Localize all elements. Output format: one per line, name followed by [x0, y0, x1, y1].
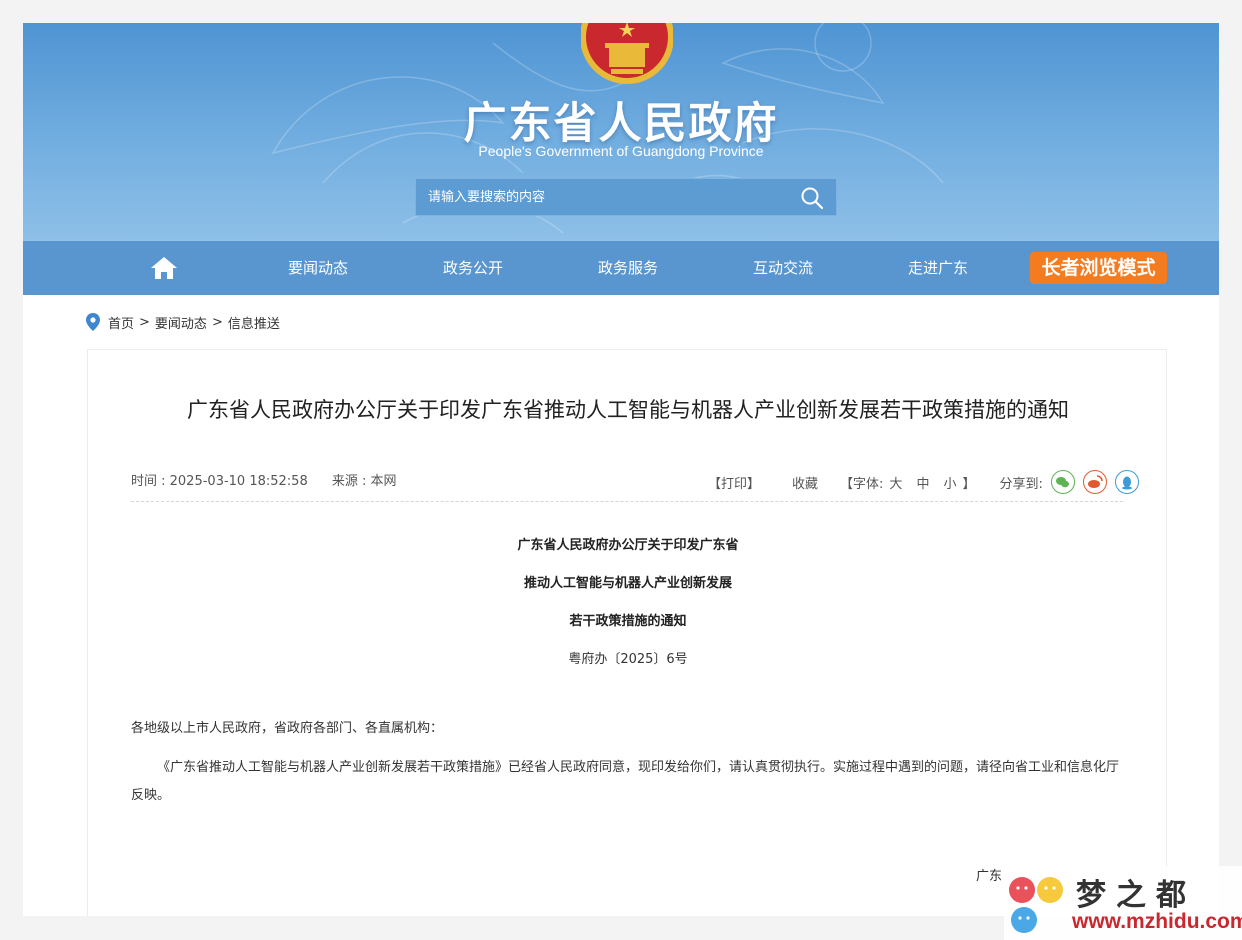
meta-divider [131, 501, 1123, 502]
site-subtitle: People's Government of Guangdong Provinc… [478, 143, 764, 159]
favorite-link[interactable]: 收藏 [792, 473, 818, 492]
nav-item-gov-affairs[interactable]: 政务公开 [418, 241, 528, 295]
nav-item-news[interactable]: 要闻动态 [263, 241, 373, 295]
watermark-text: 梦之都 [1076, 878, 1196, 913]
doc-heading-line-1: 广东省人民政府办公厅关于印发广东省 [517, 538, 739, 553]
document-number: 粤府办〔2025〕6号 [568, 652, 688, 667]
doc-heading-line-2: 推动人工智能与机器人产业创新发展 [523, 576, 732, 591]
nav-item-about[interactable]: 走进广东 [883, 241, 993, 295]
breadcrumb: 首页 > 要闻动态 > 信息推送 [86, 313, 280, 332]
watermark-logo: 梦之都 www.mzhidu.com [1004, 866, 1242, 940]
publish-time: 时间 : 2025-03-10 18:52:58 [131, 474, 308, 489]
breadcrumb-separator: > [211, 314, 223, 330]
article-meta: 时间 : 2025-03-10 18:52:58 来源 : 本网 [131, 470, 417, 489]
watermark-faces-icon [1009, 877, 1063, 933]
wechat-icon[interactable] [1050, 470, 1075, 494]
main-nav: 要闻动态 政务公开 政务服务 互动交流 走进广东 长者浏览模式 [23, 241, 1219, 295]
nav-item-services[interactable]: 政务服务 [573, 241, 683, 295]
article-title: 广东省人民政府办公厅关于印发广东省推动人工智能与机器人产业创新发展若干政策措施的… [187, 398, 1069, 422]
breadcrumb-home[interactable]: 首页 [108, 313, 134, 332]
font-size-label: 【字体: [840, 476, 884, 492]
font-large-link[interactable]: 大 [889, 473, 902, 492]
national-emblem [581, 23, 673, 84]
print-link[interactable]: 【打印】 [708, 473, 760, 492]
breadcrumb-current[interactable]: 信息推送 [228, 313, 280, 332]
qq-icon[interactable] [1114, 470, 1139, 494]
search-input[interactable] [416, 179, 798, 215]
article-source: 来源 : 本网 [331, 474, 397, 489]
breadcrumb-news[interactable]: 要闻动态 [155, 313, 207, 332]
breadcrumb-separator: > [139, 314, 150, 330]
doc-heading-line-3: 若干政策措施的通知 [569, 614, 687, 629]
font-small-link[interactable]: 小 [943, 473, 956, 492]
search-icon[interactable] [800, 186, 824, 210]
watermark-url: www.mzhidu.com [1072, 910, 1242, 933]
home-icon[interactable] [150, 256, 178, 280]
page-frame: 广东省人民政府 People's Government of Guangdong… [23, 23, 1219, 916]
signature: 广东 [976, 869, 1003, 884]
search-box [415, 178, 837, 216]
article-tools: 【打印】 收藏 【字体: 大 中 小 】 分享到: [708, 470, 1139, 494]
share-label: 分享到: [999, 476, 1043, 492]
article-container: 广东省人民政府办公厅关于印发广东省推动人工智能与机器人产业创新发展若干政策措施的… [87, 349, 1167, 916]
font-medium-link[interactable]: 中 [916, 473, 929, 492]
elder-mode-button[interactable]: 长者浏览模式 [1030, 252, 1167, 284]
nav-item-interaction[interactable]: 互动交流 [728, 241, 838, 295]
header-banner: 广东省人民政府 People's Government of Guangdong… [23, 23, 1219, 241]
body-paragraph: 《广东省推动人工智能与机器人产业创新发展若干政策措施》已经省人民政府同意，现印发… [131, 760, 1120, 803]
salutation: 各地级以上市人民政府，省政府各部门、各直属机构： [131, 721, 444, 736]
weibo-icon[interactable] [1082, 470, 1107, 494]
site-title: 广东省人民政府 [463, 99, 779, 149]
location-pin-icon [86, 313, 100, 331]
font-size-close: 】 [962, 476, 976, 492]
